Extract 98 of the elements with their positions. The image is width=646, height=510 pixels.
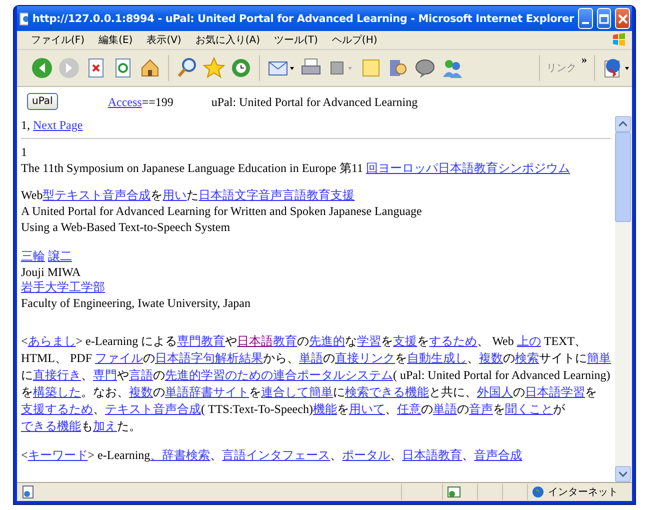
portal-title: uPal: United Portal for Advanced Learning [211,95,418,110]
link[interactable]: 複数 [479,351,504,365]
access-count: ==199 [142,95,174,110]
keywords-line: <キーワード> e-Learning、辞書検索、言語インタフェース、ポータル、日本語教育、音声合成 [21,447,524,464]
page-icon [21,485,35,499]
page-icon [19,12,28,26]
link[interactable]: するため [429,334,478,348]
menu-item[interactable]: ファイル(F) [31,33,85,47]
link[interactable]: 言語インタフェース [222,448,330,462]
link[interactable]: テキスト音声合成 [105,402,201,416]
access-link[interactable]: Access [108,95,142,110]
link[interactable]: 先進的 [309,334,346,348]
link[interactable]: 回ヨーロッパ日本語教育シンポジウム [366,161,570,175]
link[interactable]: 複数 [129,385,153,399]
link[interactable]: 機能 [312,402,337,416]
menu-item[interactable]: 編集(E) [98,33,133,47]
link[interactable]: 外国人 [477,385,513,399]
menu-item[interactable]: お気に入り(A) [195,33,260,47]
link[interactable]: 専門教育 [177,334,226,348]
security-zone: インターネット [548,486,618,499]
affiliation-link[interactable]: 岩手大学工学部 [21,280,105,294]
link[interactable]: 日本語学習 [525,385,585,399]
link[interactable]: 直接行き [33,368,81,382]
link[interactable]: ポータル [342,448,390,462]
link[interactable]: 日本語文字音声言語教育支援 [198,188,355,202]
windows-logo-icon [612,33,626,47]
english-title: A United Portal for Advanced Learning for Written and Spoken Japanese Language [21,204,423,220]
author-link[interactable]: 三輪 [21,249,45,263]
star-icon[interactable] [203,57,225,79]
author-name: Jouji MIWA [21,264,82,280]
link[interactable]: キーワード [28,448,88,462]
link[interactable]: 加え [93,419,117,433]
author-link[interactable]: 譲二 [48,249,72,263]
next-page-link[interactable]: Next Page [33,118,83,132]
link[interactable]: 音声合成 [474,448,522,462]
link[interactable]: 構築した [33,385,81,399]
scroll-up-button[interactable] [615,116,631,132]
page-number: 1, [21,118,30,132]
link[interactable]: ファイル [95,351,144,365]
minimize-button[interactable] [578,8,593,29]
back-icon[interactable] [31,57,53,79]
home-icon[interactable] [139,57,161,79]
chevron[interactable]: » [582,54,587,66]
link[interactable]: 日本語教育 [402,448,462,462]
link[interactable]: 支援 [393,334,418,348]
link[interactable]: 型テキスト音声合成 [42,188,151,202]
link[interactable]: 任意 [396,402,421,416]
link[interactable]: 、辞書検索 [150,448,210,462]
link[interactable]: 専門 [93,368,117,382]
link[interactable]: 検索できる機能 [345,385,429,399]
link[interactable]: 簡単 [587,351,612,365]
history-icon[interactable] [230,57,252,79]
abstract-paragraph: <あらまし> e-Learning による専門教育や日本語教育の先進的な学習 を支援をするため、 Web 上の TEXT、 HTML、 PDF ファイルの日本語字句解析結果から、単語の直接リンク を 自動生成し、複数の検索サイトに簡単 に直接行き、専門や言語の先進的学習のための連合ポータルシステム( uPal: United Portal for Advanced Learning)を構築した。なお、複数の単語辞書サイト を連合して簡単に検索できる機能と共に、外国人の日本語学習 を 支援するため、テキスト音声合成( TTS:Text-To-Speech)機能を用いて、任意の単語の音声を聞くこと が できる機能も 加えた。 [21,333,611,435]
japanese-title: Web型テキスト音声合成を用いた 日本語文字音声言語教育支援 [21,187,356,204]
scroll-thumb[interactable] [615,132,631,222]
link[interactable]: 検索 [515,351,540,365]
article-number: 1 [21,144,28,160]
link[interactable]: 支援するため [21,402,93,416]
affiliation: Faculty of Engineering, Iwate University, Japan [21,296,252,311]
link[interactable]: 言語 [129,368,153,382]
window-title: http://127.0.0.1:8994 - uPal: United Portal for Advanced Learning - Microsoft Internet Explorer [32,12,574,24]
link[interactable]: 学習 [357,334,382,348]
close-icon [618,14,628,24]
menu-item[interactable]: ヘルプ(H) [332,33,378,47]
search-icon[interactable] [176,57,198,79]
menu-item[interactable]: 表示(V) [146,33,182,47]
link[interactable]: 連合ポータルシステム [273,368,393,382]
upal-button[interactable]: uPal [27,93,58,110]
link[interactable]: 教育 [273,334,298,348]
scroll-down-button[interactable] [615,466,631,482]
scrollbar[interactable] [615,116,632,482]
link[interactable]: 直接リンク [335,351,396,365]
link[interactable]: 単語 [299,351,324,365]
link[interactable]: 簡単 [309,385,333,399]
link[interactable]: 音声 [468,402,493,416]
link[interactable]: あらまし [28,334,76,348]
link[interactable]: 単語辞書サイト [165,385,249,399]
link[interactable]: 用いて [348,402,385,416]
people-icon[interactable] [441,57,463,79]
link[interactable]: 用い [162,188,187,202]
link[interactable]: 日本語字句解析結果 [155,351,264,365]
maximize-icon [599,14,609,24]
globe-icon [532,486,544,498]
menu-item[interactable]: ツール(T) [274,33,318,47]
maximize-button[interactable] [596,8,612,29]
visited-link[interactable]: 日本語 [237,334,274,348]
link[interactable]: 先進的学習のための [165,368,273,382]
link[interactable]: 連合して [261,385,309,399]
link[interactable]: 自動生成し [407,351,468,365]
messenger-icon[interactable] [414,57,436,79]
link[interactable]: できる機能 [21,419,81,433]
event-line: The 11th Symposium on Japanese Language Education in Europe 第11 回ヨーロッパ日本語教育シンポジウム [21,160,572,177]
english-title: Using a Web-Based Text-to-Speech System [21,220,232,235]
close-button[interactable] [615,8,630,29]
link[interactable]: 聞くこと [504,402,553,416]
link[interactable]: 上の [516,334,541,348]
minimize-icon [582,22,589,24]
link[interactable]: 単語 [432,402,457,416]
